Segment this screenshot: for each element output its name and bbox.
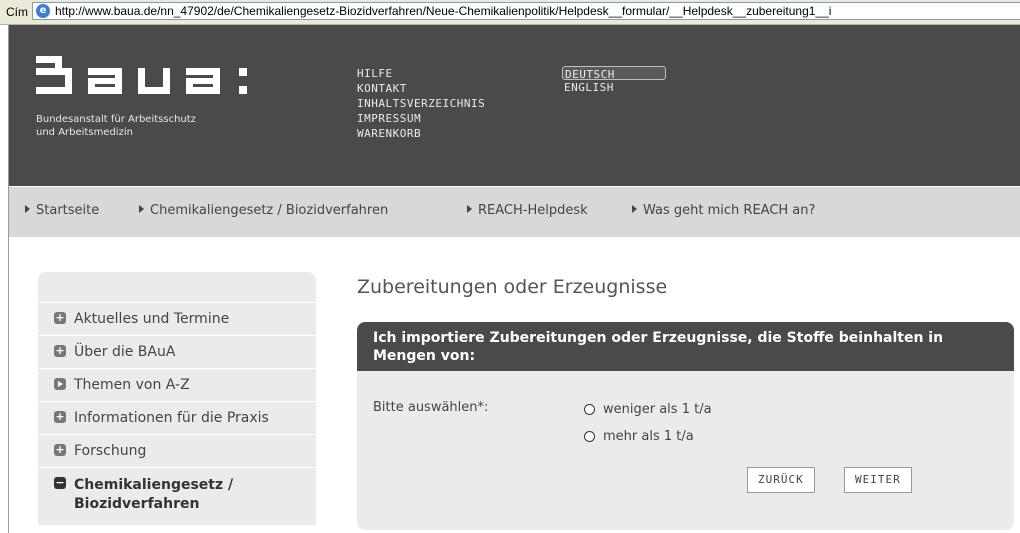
nav-hilfe[interactable]: HILFE [357, 66, 485, 81]
sidebar-item-label: Aktuelles und Termine [74, 311, 230, 327]
sidebar-item-informationen[interactable]: + Informationen für die Praxis [38, 401, 316, 434]
sidebar-item-forschung[interactable]: + Forschung [38, 434, 316, 467]
sidebar-item-ueber-die-baua[interactable]: + Über die BAuA [38, 335, 316, 368]
service-nav: HILFE KONTAKT INHALTSVERZEICHNIS IMPRESS… [357, 66, 485, 141]
sidebar-item-label: Forschung [74, 443, 147, 459]
lang-english[interactable]: ENGLISH [562, 80, 666, 95]
breadcrumb-label: Was geht mich REACH an? [643, 203, 816, 218]
sidebar-item-aktuelles[interactable]: + Aktuelles und Termine [38, 302, 316, 335]
sidebar-header [38, 272, 316, 302]
breadcrumb-label: Chemikaliengesetz / Biozidverfahren [150, 203, 389, 218]
address-bar: Cím e http://www.baua.de/nn_47902/de/Che… [0, 0, 1020, 25]
arrow-right-icon [467, 205, 472, 213]
breadcrumb-was-geht-mich-reach-an[interactable]: Was geht mich REACH an? [632, 203, 815, 218]
sidebar-nav: + Aktuelles und Termine + Über die BAuA … [38, 272, 316, 525]
breadcrumb-startseite[interactable]: Startseite [25, 203, 99, 218]
sidebar-item-label: Informationen für die Praxis [74, 410, 269, 426]
arrow-right-icon [632, 205, 637, 213]
arrow-right-icon [25, 205, 30, 213]
arrow-right-icon [139, 205, 144, 213]
address-label: Cím [6, 5, 28, 19]
logo-subtitle-line1: Bundesanstalt für Arbeitsschutz [36, 114, 196, 125]
sidebar-item-label: Themen von A-Z [74, 377, 190, 393]
minus-icon: − [54, 476, 66, 489]
option-mehr[interactable]: mehr als 1 t/a [584, 429, 694, 444]
next-button[interactable]: WEITER [844, 467, 912, 493]
plus-icon: + [54, 311, 66, 324]
form-heading: Ich importiere Zubereitungen oder Erzeug… [357, 322, 1014, 371]
nav-inhaltsverzeichnis[interactable]: INHALTSVERZEICHNIS [357, 96, 485, 111]
baua-logo[interactable] [36, 52, 268, 108]
language-switcher: DEUTSCH ENGLISH [562, 66, 666, 95]
nav-impressum[interactable]: IMPRESSUM [357, 111, 485, 126]
url-text[interactable]: http://www.baua.de/nn_47902/de/Chemikali… [55, 4, 831, 18]
option-weniger[interactable]: weniger als 1 t/a [584, 402, 712, 417]
radio-weniger[interactable] [584, 404, 595, 415]
breadcrumb-label: Startseite [36, 203, 100, 218]
sidebar-item-label: Chemikaliengesetz / Biozidverfahren [74, 477, 234, 512]
play-icon [54, 378, 66, 390]
sidebar-item-themen[interactable]: Themen von A-Z [38, 368, 316, 401]
nav-kontakt[interactable]: KONTAKT [357, 81, 485, 96]
url-field[interactable]: e http://www.baua.de/nn_47902/de/Chemika… [32, 2, 1020, 20]
option-label: mehr als 1 t/a [603, 429, 694, 444]
breadcrumb-chemikaliengesetz[interactable]: Chemikaliengesetz / Biozidverfahren [139, 203, 388, 218]
plus-icon: + [54, 410, 66, 423]
plus-icon: + [54, 344, 66, 357]
option-label: weniger als 1 t/a [603, 402, 712, 417]
breadcrumb-label: REACH-Helpdesk [478, 203, 588, 218]
logo-subtitle-line2: und Arbeitsmedizin [36, 127, 133, 138]
lang-deutsch[interactable]: DEUTSCH [562, 66, 666, 81]
ie-page-icon: e [36, 4, 50, 18]
breadcrumb: Startseite Chemikaliengesetz / Biozidver… [9, 187, 1020, 237]
helpdesk-form: Ich importiere Zubereitungen oder Erzeug… [357, 322, 1014, 530]
page-title: Zubereitungen oder Erzeugnisse [357, 276, 668, 298]
logo-subtitle: Bundesanstalt für Arbeitsschutz und Arbe… [36, 113, 196, 139]
sidebar-item-label: Über die BAuA [74, 344, 176, 360]
back-button[interactable]: ZURÜCK [747, 467, 815, 493]
sidebar-item-chemikaliengesetz[interactable]: − Chemikaliengesetz / Biozidverfahren [38, 467, 316, 522]
form-label: Bitte auswählen*: [373, 400, 489, 415]
baua-logo-graphic [36, 56, 247, 94]
breadcrumb-reach-helpdesk[interactable]: REACH-Helpdesk [467, 203, 588, 218]
page-left-border [0, 25, 9, 533]
radio-mehr[interactable] [584, 431, 595, 442]
nav-warenkorb[interactable]: WARENKORB [357, 126, 485, 141]
plus-icon: + [54, 443, 66, 456]
